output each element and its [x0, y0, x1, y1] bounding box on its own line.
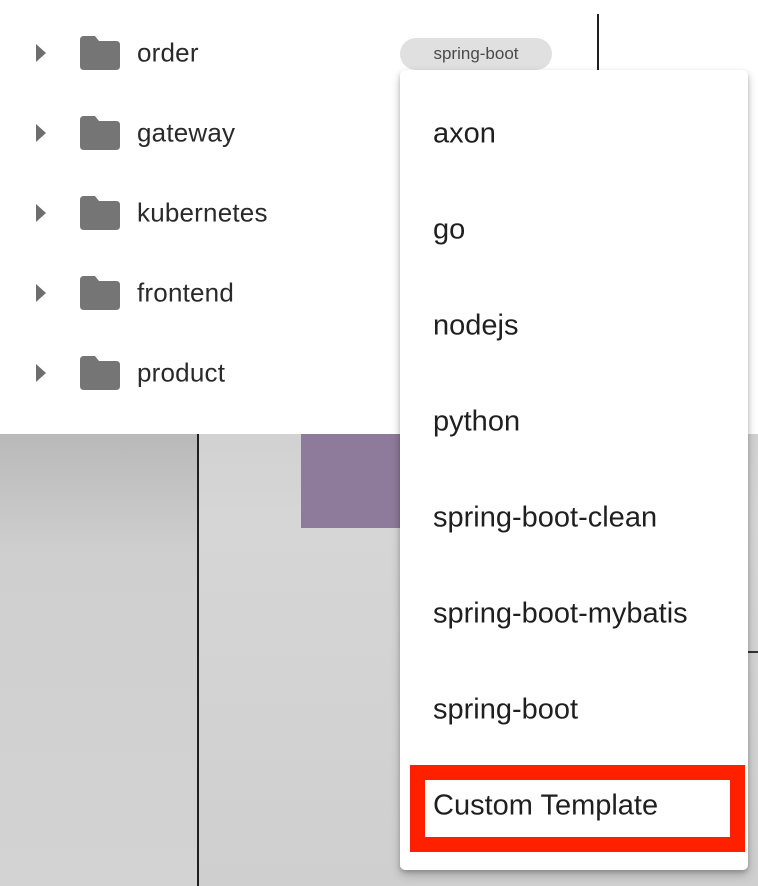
canvas-left-column [0, 434, 197, 886]
tree-item-label: order [137, 37, 199, 68]
menu-option-go[interactable]: go [400, 182, 748, 278]
folder-icon [80, 116, 120, 150]
caret-right-icon[interactable] [36, 284, 46, 302]
tree-item-order[interactable]: order [0, 13, 400, 93]
tree-item-gateway[interactable]: gateway [0, 93, 400, 173]
menu-option-label: spring-boot [433, 693, 579, 726]
menu-option-label: Custom Template [433, 789, 659, 822]
tree-item-label: frontend [137, 277, 235, 308]
canvas-tick-mark [748, 651, 758, 653]
caret-right-icon[interactable] [36, 364, 46, 382]
menu-option-label: python [433, 405, 521, 438]
menu-option-spring-boot-clean[interactable]: spring-boot-clean [400, 470, 748, 566]
menu-option-label: spring-boot-clean [433, 501, 658, 534]
menu-option-nodejs[interactable]: nodejs [400, 278, 748, 374]
tree-item-label: gateway [137, 117, 236, 148]
tree-item-label: product [137, 357, 226, 388]
tree-item-label: kubernetes [137, 197, 268, 228]
menu-option-label: nodejs [433, 309, 519, 342]
template-chip[interactable]: spring-boot [400, 38, 552, 70]
menu-option-label: axon [433, 117, 496, 150]
tree-item-kubernetes[interactable]: kubernetes [0, 173, 400, 253]
menu-option-spring-boot[interactable]: spring-boot [400, 662, 748, 758]
template-dropdown-menu: axon go nodejs python spring-boot-clean … [400, 70, 748, 870]
folder-icon [80, 196, 120, 230]
tree-item-frontend[interactable]: frontend [0, 253, 400, 333]
menu-option-label: go [433, 213, 466, 246]
tree-item-product[interactable]: product [0, 333, 400, 413]
caret-right-icon[interactable] [36, 44, 46, 62]
menu-option-custom-template[interactable]: Custom Template [400, 758, 748, 854]
caret-right-icon[interactable] [36, 124, 46, 142]
menu-option-python[interactable]: python [400, 374, 748, 470]
caret-right-icon[interactable] [36, 204, 46, 222]
menu-option-axon[interactable]: axon [400, 86, 748, 182]
folder-icon [80, 276, 120, 310]
tree-divider-line [597, 14, 599, 70]
folder-icon [80, 36, 120, 70]
menu-option-label: spring-boot-mybatis [433, 597, 688, 630]
folder-icon [80, 356, 120, 390]
canvas-divider-line [197, 434, 199, 886]
menu-option-spring-boot-mybatis[interactable]: spring-boot-mybatis [400, 566, 748, 662]
